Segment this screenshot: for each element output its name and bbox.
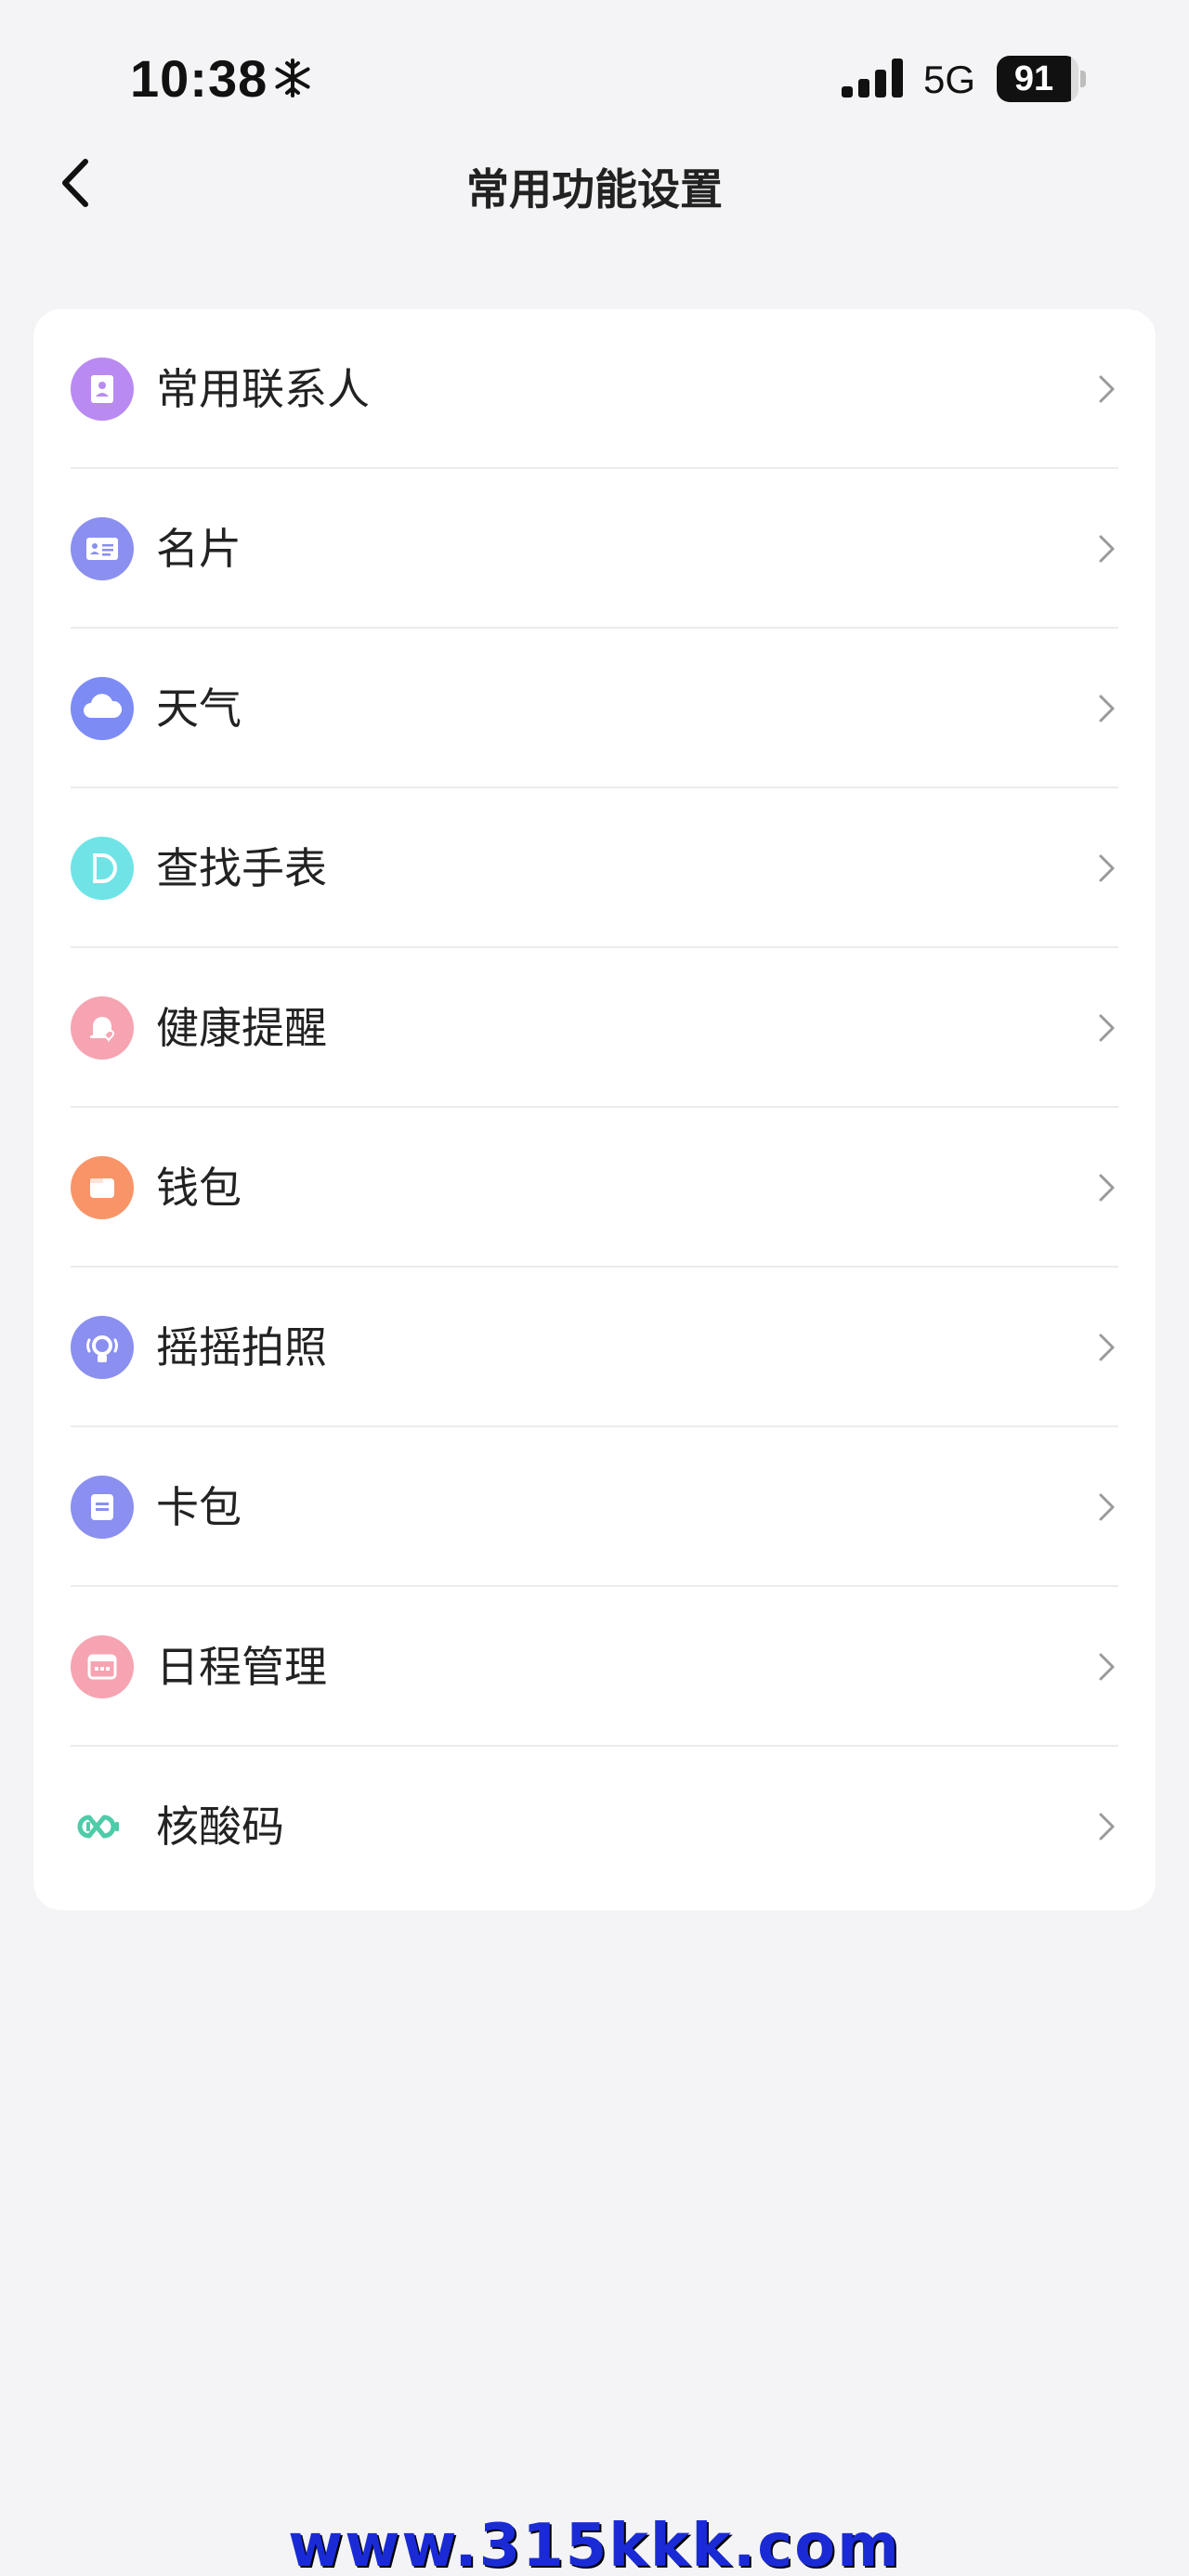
network-type: 5G [923, 58, 976, 101]
chevron-right-icon [1099, 1334, 1115, 1361]
row-shake-camera[interactable]: 摇摇拍照 [33, 1268, 1156, 1427]
row-wallet[interactable]: 钱包 [33, 1108, 1156, 1268]
shake-camera-icon [71, 1316, 134, 1379]
find-watch-icon [71, 837, 134, 900]
status-bar: 10:38 5G 91 [0, 0, 1189, 163]
card-pack-icon [71, 1476, 134, 1539]
row-label: 核酸码 [156, 1802, 284, 1852]
row-contacts[interactable]: 常用联系人 [33, 309, 1156, 469]
row-label: 钱包 [156, 1163, 242, 1213]
settings-list: 常用联系人 名片 天气 查找手表 健康提醒 钱包 摇摇拍照 卡包 日程管理 核酸… [33, 309, 1156, 1910]
row-label: 天气 [156, 683, 242, 734]
wallet-icon [71, 1156, 134, 1219]
chevron-right-icon [1099, 1174, 1115, 1202]
chevron-right-icon [1099, 695, 1115, 722]
chevron-right-icon [1099, 1014, 1115, 1042]
chevron-right-icon [1099, 535, 1115, 563]
chevron-right-icon [1099, 854, 1115, 882]
row-label: 摇摇拍照 [156, 1322, 327, 1373]
screen: 10:38 5G 91 常用功能设置 常用联系人 名片 天气 查找手表 健康提醒… [0, 0, 1189, 2576]
row-label: 常用联系人 [156, 364, 370, 414]
nav-bar: 常用功能设置 [0, 139, 1189, 228]
row-find-watch[interactable]: 查找手表 [33, 788, 1156, 948]
cloud-icon [71, 677, 134, 740]
row-label: 名片 [156, 524, 242, 574]
row-label: 卡包 [156, 1482, 242, 1532]
row-label: 查找手表 [156, 843, 327, 893]
snowflake-icon [275, 59, 310, 98]
row-label: 日程管理 [156, 1642, 327, 1692]
business-card-icon [71, 517, 134, 580]
row-nucleic-code[interactable]: 核酸码 [33, 1747, 1156, 1906]
calendar-icon [71, 1635, 134, 1698]
status-time: 10:38 [130, 49, 268, 108]
chevron-right-icon [1099, 1493, 1115, 1521]
cellular-signal-icon [842, 59, 905, 98]
chevron-right-icon [1099, 1653, 1115, 1681]
row-label: 健康提醒 [156, 1003, 327, 1053]
chevron-right-icon [1099, 1813, 1115, 1841]
battery-level: 91 [1013, 59, 1054, 98]
battery-icon: 91 [997, 56, 1086, 102]
contacts-icon [71, 358, 134, 421]
row-schedule[interactable]: 日程管理 [33, 1587, 1156, 1747]
nucleic-code-icon [71, 1795, 134, 1858]
row-health-reminder[interactable]: 健康提醒 [33, 948, 1156, 1108]
row-weather[interactable]: 天气 [33, 629, 1156, 788]
chevron-right-icon [1099, 375, 1115, 403]
row-business-card[interactable]: 名片 [33, 469, 1156, 629]
page-title: 常用功能设置 [466, 164, 723, 215]
watermark: www.315kkk.com [288, 2512, 901, 2576]
health-reminder-icon [71, 996, 134, 1060]
row-card-pack[interactable]: 卡包 [33, 1427, 1156, 1587]
